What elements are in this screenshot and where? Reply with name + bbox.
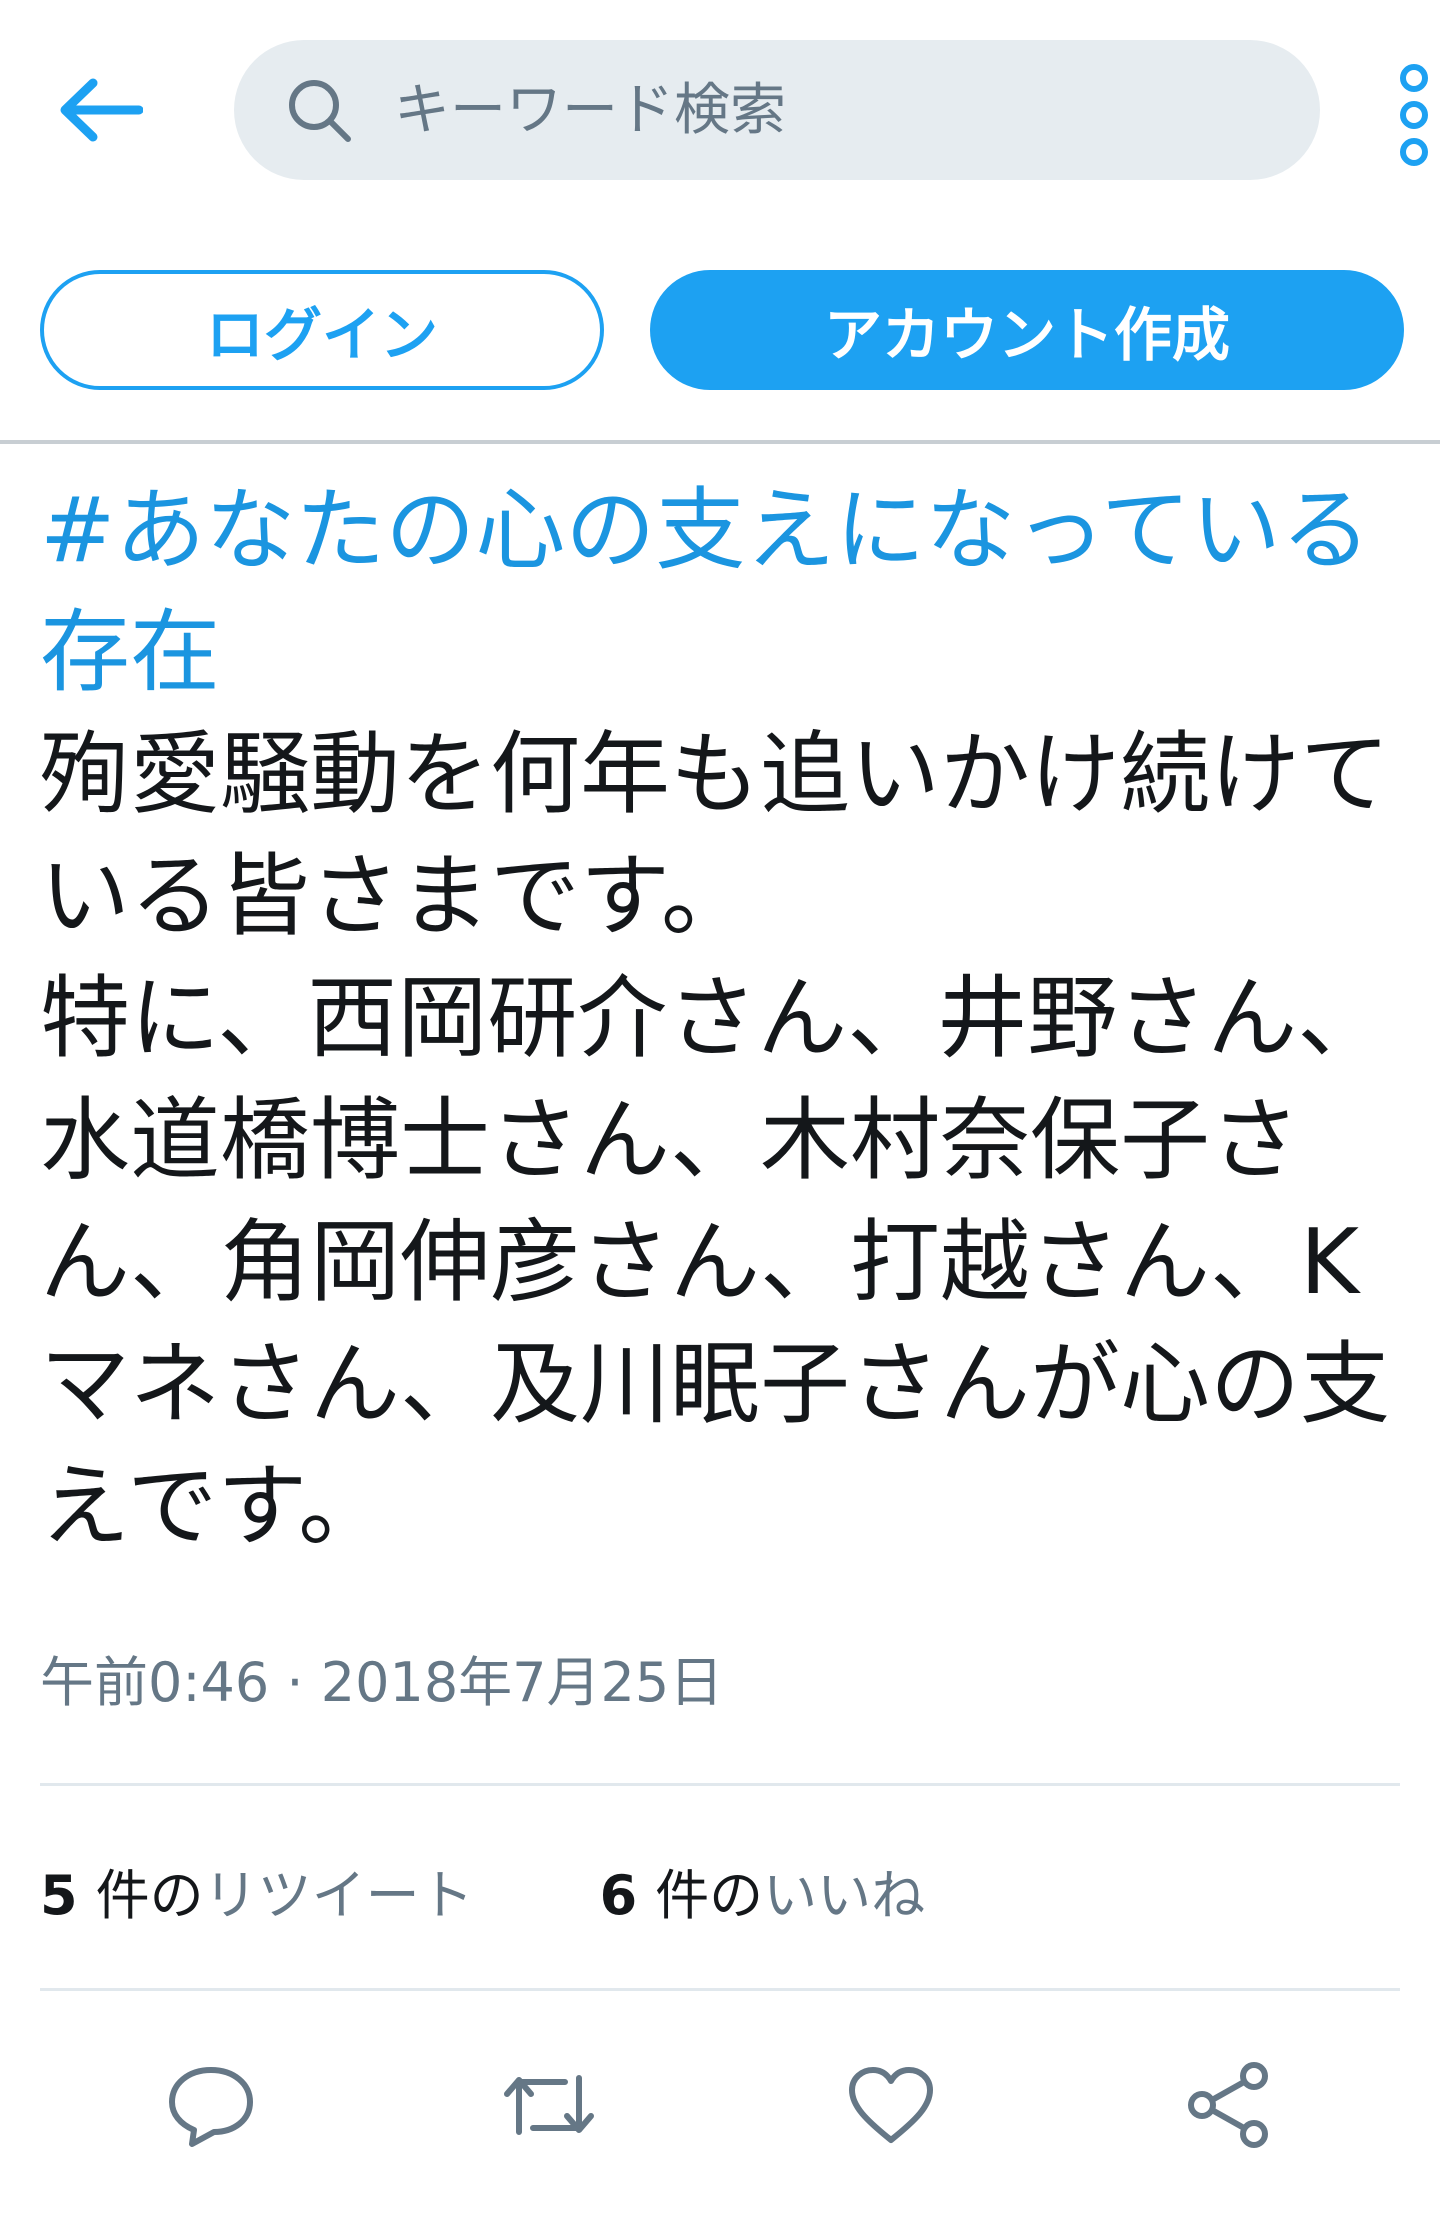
share-button[interactable] [1174, 2050, 1284, 2160]
arrow-left-icon [60, 78, 143, 142]
signup-button[interactable]: アカウント作成 [650, 270, 1404, 390]
more-vertical-icon [1400, 64, 1428, 166]
hashtag-link[interactable]: #あなたの心の支えになっている存在 [40, 470, 1400, 714]
divider [40, 1988, 1400, 1991]
retweet-count-suffix: 件の [95, 1863, 204, 1927]
like-count: 6 [599, 1863, 638, 1927]
tweet-timestamp[interactable]: 午前0:46 · 2018年7月25日 [40, 1638, 723, 1717]
search-input[interactable] [394, 77, 1274, 143]
retweet-icon [504, 2075, 594, 2135]
like-count-suffix: 件の [655, 1863, 764, 1927]
tweet-text: #あなたの心の支えになっている存在 殉愛騒動を何年も追いかけ続けている皆さまです。… [40, 470, 1400, 1568]
tweet-body: 殉愛騒動を何年も追いかけ続けている皆さまです。 特に、西岡研介さん、井野さん、水… [40, 722, 1390, 1559]
like-button[interactable] [836, 2050, 946, 2160]
share-icon [1188, 2062, 1268, 2148]
reply-button[interactable] [156, 2050, 266, 2160]
like-label: いいね [763, 1863, 926, 1927]
retweet-label: リツイート [203, 1863, 474, 1927]
retweet-count-link[interactable]: 5 件の リツイート [40, 1851, 474, 1930]
header-divider [0, 440, 1440, 444]
retweet-count: 5 [40, 1863, 78, 1927]
back-button[interactable] [50, 65, 150, 155]
more-options-button[interactable] [1394, 60, 1434, 170]
search-icon [289, 80, 351, 142]
tweet-stats: 5 件の リツイート 6 件の いいね [40, 1850, 925, 1930]
reply-icon [169, 2067, 253, 2147]
top-bar [0, 0, 1440, 190]
divider [40, 1783, 1400, 1786]
search-bar[interactable] [234, 40, 1320, 180]
retweet-button[interactable] [494, 2050, 604, 2160]
tweet-actions [0, 2040, 1440, 2180]
login-button[interactable]: ログイン [40, 270, 604, 390]
like-icon [849, 2067, 933, 2143]
like-count-link[interactable]: 6 件の いいね [600, 1851, 926, 1930]
